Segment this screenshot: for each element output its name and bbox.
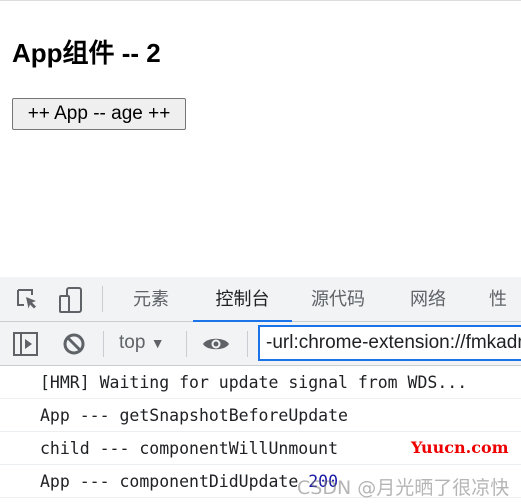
tab-console[interactable]: 控制台 — [193, 277, 292, 322]
site-watermark: Yuucn.com — [411, 438, 509, 457]
dropdown-arrow-icon: ▼ — [150, 335, 165, 351]
clear-console-icon[interactable] — [62, 332, 86, 356]
devtools-panel: 元素 控制台 源代码 网络 性能 top ▼ -url:chrome-exten… — [0, 277, 521, 504]
tab-performance[interactable]: 性能 — [489, 277, 521, 355]
console-filter-input[interactable]: -url:chrome-extension://fmkadmapgofadopl… — [258, 325, 521, 361]
tab-network[interactable]: 网络 — [410, 277, 446, 322]
devtools-tab-bar: 元素 控制台 源代码 网络 性能 — [0, 277, 521, 355]
device-toggle-icon[interactable] — [58, 287, 84, 313]
tab-elements[interactable]: 元素 — [133, 277, 169, 322]
live-expression-eye-icon[interactable] — [202, 335, 230, 353]
console-toolbar: top ▼ -url:chrome-extension://fmkadmapgo… — [0, 322, 521, 366]
sidebar-toggle-icon[interactable] — [13, 332, 38, 356]
increment-age-button[interactable]: ++ App -- age ++ — [12, 98, 186, 130]
inspect-element-icon[interactable] — [15, 287, 41, 313]
context-selector[interactable]: top ▼ — [119, 332, 165, 354]
log-row: [HMR] Waiting for update signal from WDS… — [0, 366, 521, 399]
tab-sources[interactable]: 源代码 — [311, 277, 365, 322]
log-row: App --- getSnapshotBeforeUpdate — [0, 399, 521, 432]
page-title: App组件 -- 2 — [12, 38, 161, 68]
csdn-watermark: CSDN @月光晒了很凉快 — [297, 477, 510, 499]
context-label: top — [119, 332, 146, 353]
log-text: App --- componentDidUpdate — [40, 472, 309, 491]
